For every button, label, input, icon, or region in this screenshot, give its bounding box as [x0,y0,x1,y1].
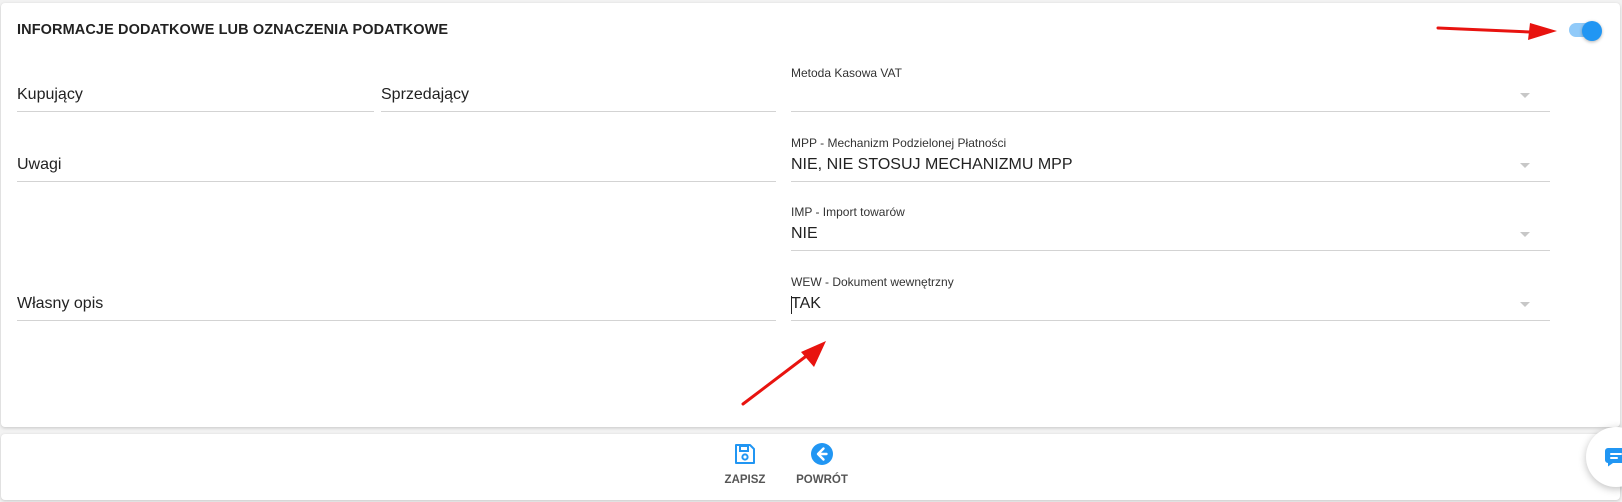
notes-field[interactable]: Uwagi [17,138,776,182]
back-button[interactable]: POWRÓT [787,440,857,492]
notes-underline [17,181,776,182]
wew-label: WEW - Dokument wewnętrzny [791,275,954,289]
imp-underline [791,250,1550,251]
seller-field[interactable]: Sprzedający [381,68,776,112]
save-label: ZAPISZ [724,474,766,486]
mpp-select[interactable]: MPP - Mechanizm Podzielonej Płatności NI… [791,136,1550,182]
buyer-field[interactable]: Kupujący [17,68,374,112]
chevron-down-icon[interactable] [1520,302,1530,307]
own-description-field[interactable]: Własny opis [17,277,776,321]
back-label: POWRÓT [796,474,848,486]
imp-value: NIE [791,225,818,242]
cash-vat-method-underline [791,111,1550,112]
mpp-underline [791,181,1550,182]
arrow-left-circle-icon [810,442,834,471]
section-title: INFORMACJE DODATKOWE LUB OZNACZENIA PODA… [17,22,449,38]
chevron-down-icon[interactable] [1520,232,1530,237]
chevron-down-icon[interactable] [1520,163,1530,168]
chat-bubble-icon [1605,448,1622,467]
own-description-placeholder: Własny opis [17,295,104,312]
seller-underline [381,111,776,112]
floppy-disk-icon [733,442,757,471]
mpp-value: NIE, NIE STOSUJ MECHANIZMU MPP [791,156,1073,173]
cash-vat-method-select[interactable]: Metoda Kasowa VAT [791,66,1550,112]
wew-underline [791,320,1550,321]
buyer-underline [17,111,374,112]
seller-placeholder: Sprzedający [381,86,470,103]
section-toggle[interactable] [1568,21,1602,41]
notes-placeholder: Uwagi [17,156,62,173]
mpp-label: MPP - Mechanizm Podzielonej Płatności [791,136,1007,150]
imp-select[interactable]: IMP - Import towarów NIE [791,205,1550,251]
buyer-placeholder: Kupujący [17,86,83,103]
imp-label: IMP - Import towarów [791,205,905,219]
wew-value: TAK [791,295,821,312]
own-description-underline [17,320,776,321]
wew-select[interactable]: WEW - Dokument wewnętrzny TAK [791,275,1550,321]
chevron-down-icon[interactable] [1520,93,1530,98]
save-button[interactable]: ZAPISZ [710,440,780,492]
toggle-thumb [1582,21,1602,41]
cash-vat-method-label: Metoda Kasowa VAT [791,66,902,80]
